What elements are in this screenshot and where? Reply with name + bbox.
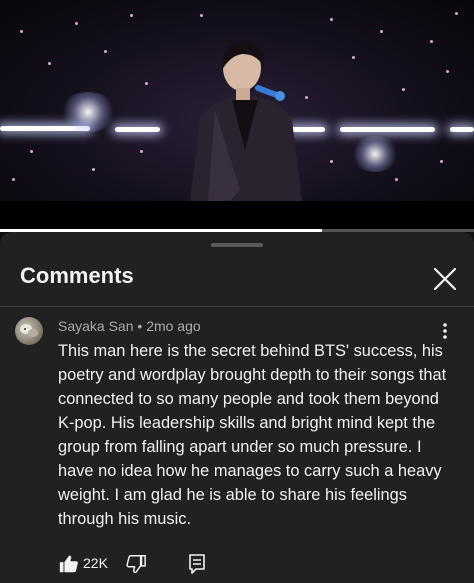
stage-light	[340, 127, 435, 132]
comments-title: Comments	[20, 263, 134, 288]
comment-text: This man here is the secret behind BTS' …	[58, 342, 447, 528]
close-button[interactable]	[428, 262, 462, 296]
stage-glow	[350, 136, 400, 172]
reply-button[interactable]	[187, 553, 207, 575]
avatar-image	[20, 324, 38, 337]
comment-actions: 22K	[0, 549, 474, 579]
thumbs-up-icon	[59, 555, 78, 573]
player-bottom-bar	[0, 201, 474, 231]
drag-handle[interactable]	[211, 243, 263, 247]
dislike-button[interactable]	[125, 553, 147, 575]
stage-glow	[58, 92, 118, 132]
video-player[interactable]	[0, 0, 474, 201]
avatar[interactable]	[15, 317, 43, 345]
like-button[interactable]	[58, 553, 80, 575]
reply-icon	[189, 554, 205, 574]
header-divider	[0, 306, 474, 307]
stage-light	[450, 127, 474, 132]
meta-separator: •	[137, 318, 143, 334]
close-icon	[433, 267, 457, 291]
stage-light	[115, 127, 160, 132]
performer-silhouette	[190, 41, 302, 201]
comment-author[interactable]: Sayaka San	[58, 318, 134, 334]
thumbs-down-icon	[126, 555, 146, 574]
comment-meta: Sayaka San • 2mo ago	[58, 318, 201, 334]
like-count: 22K	[83, 555, 108, 571]
comment-time: 2mo ago	[146, 318, 201, 334]
